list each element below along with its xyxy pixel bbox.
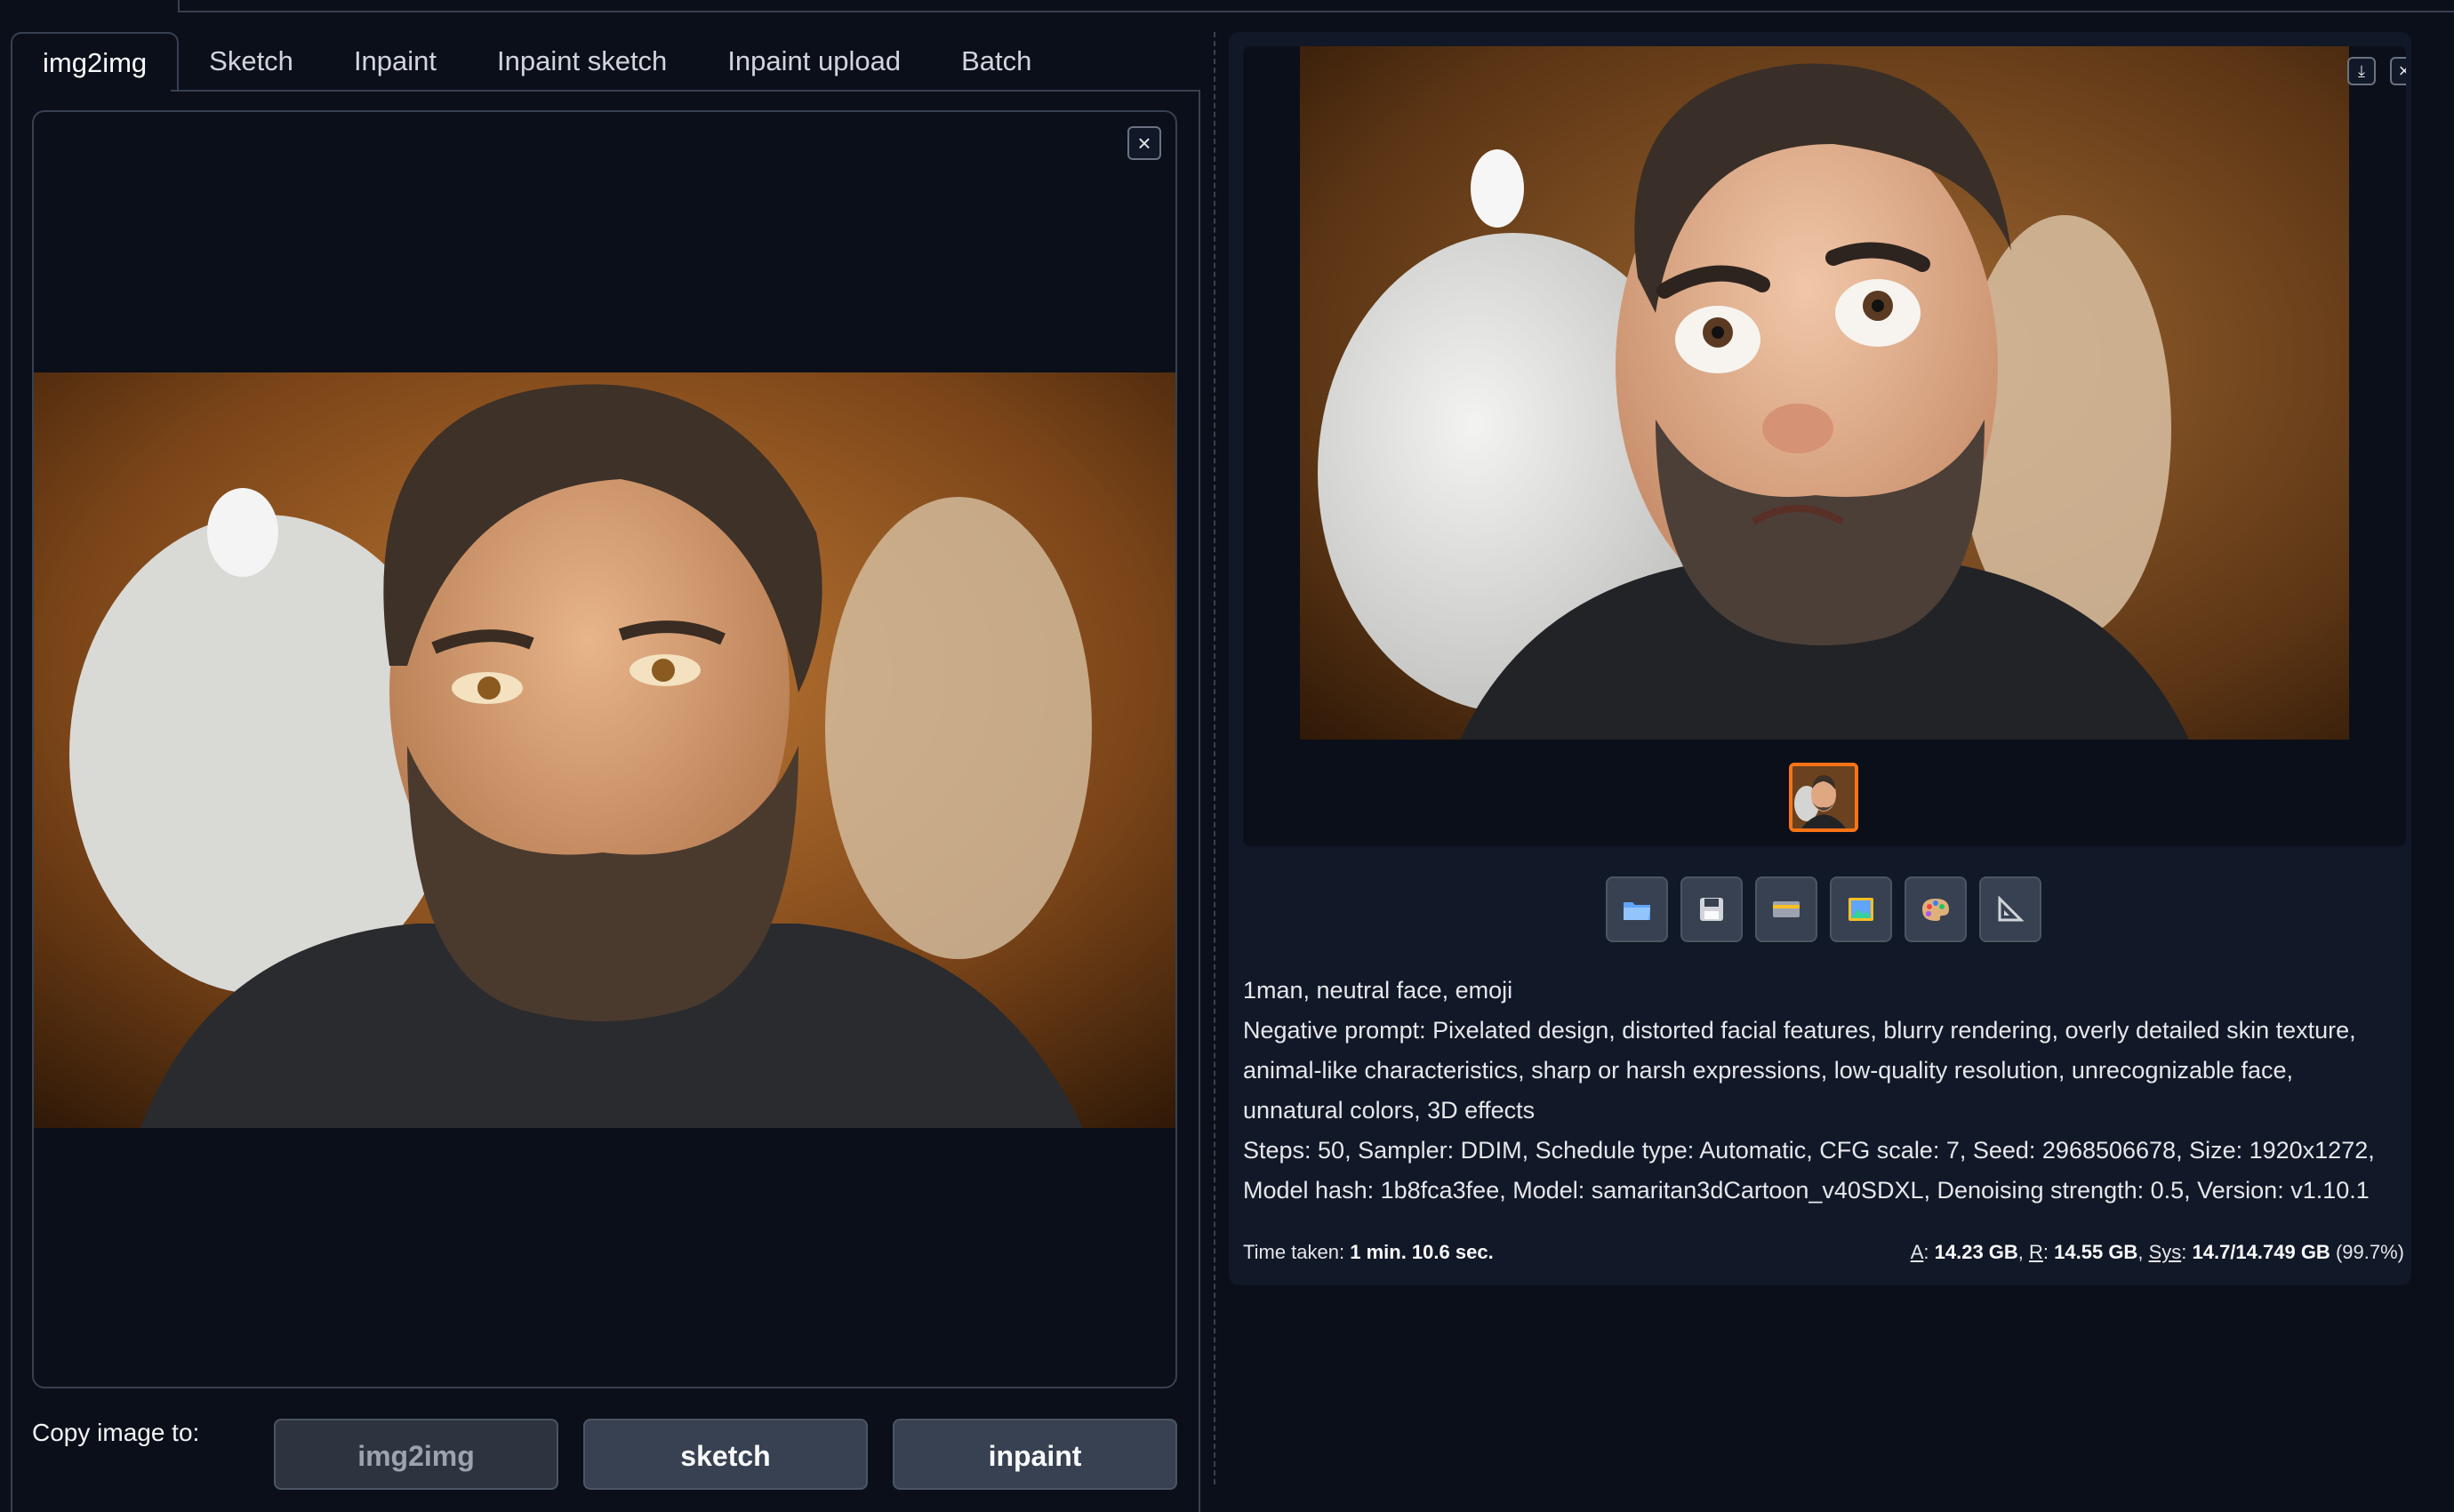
panel-divider[interactable] [1214,32,1215,1484]
output-toolbar [1606,876,2041,942]
time-taken-label: Time taken: [1243,1241,1345,1263]
close-icon[interactable]: × [1127,126,1161,160]
send-to-inpaint-icon [1922,899,1949,921]
send-to-extras-icon [1998,896,2024,922]
tab-sketch[interactable]: Sketch [179,32,324,91]
time-taken-value: 1 min. 10.6 sec. [1350,1241,1494,1263]
send-to-extras-button[interactable] [1979,876,2041,942]
download-icon[interactable]: ⤓ [2347,57,2376,85]
copy-to-sketch-button[interactable]: sketch [583,1419,868,1490]
mem-sys-value: 14.7/14.749 GB [2192,1241,2330,1263]
open-folder-button[interactable] [1606,876,1668,942]
save-button[interactable] [1680,876,1743,942]
tab-inpaint-sketch[interactable]: Inpaint sketch [467,32,697,91]
zip-icon [1773,901,1800,917]
mem-a-label: A [1910,1241,1924,1263]
open-folder-icon [1624,902,1650,920]
copy-image-to-label: Copy image to: [32,1419,200,1446]
output-image[interactable] [1300,46,2349,740]
negative-prompt-text: Negative prompt: Pixelated design, disto… [1243,1017,2356,1124]
send-to-inpaint-button[interactable] [1905,876,1967,942]
tab-img2img[interactable]: img2img [11,32,180,91]
send-to-img2img-button[interactable] [1830,876,1892,942]
prompt-text: 1man, neutral face, emoji [1243,977,1513,1004]
copy-to-inpaint-button[interactable]: inpaint [893,1419,1177,1490]
top-bar-border [178,0,2454,12]
tab-bar: img2img Sketch Inpaint Inpaint sketch In… [11,32,1062,91]
mem-sys-label: Sys [2148,1241,2182,1263]
generation-info: 1man, neutral face, emoji Negative promp… [1243,971,2395,1211]
input-image-box[interactable]: × [32,110,1177,1388]
thumbnail-image [1792,766,1855,828]
copy-to-img2img-button[interactable]: img2img [274,1419,558,1490]
tab-inpaint[interactable]: Inpaint [324,32,467,91]
parameters-text: Steps: 50, Sampler: DDIM, Schedule type:… [1243,1137,2375,1204]
output-thumbnail[interactable] [1789,763,1858,832]
mem-r-label: R [2029,1241,2043,1263]
save-icon [1700,898,1723,921]
zip-button[interactable] [1755,876,1817,942]
memory-stats: A: 14.23 GB, R: 14.55 GB, Sys: 14.7/14.7… [1910,1241,2404,1263]
close-icon[interactable]: × [2390,57,2406,85]
output-gallery[interactable]: ⤓ × [1243,46,2406,846]
tab-batch[interactable]: Batch [931,32,1062,91]
send-to-img2img-icon [1849,898,1873,921]
input-image [34,372,1175,1128]
mem-a-value: 14.23 GB [1934,1241,2018,1263]
tab-inpaint-upload[interactable]: Inpaint upload [697,32,931,91]
time-taken: Time taken: 1 min. 10.6 sec. [1243,1241,1494,1264]
mem-percent: (99.7%) [2335,1241,2404,1263]
mem-r-value: 14.55 GB [2054,1241,2138,1263]
